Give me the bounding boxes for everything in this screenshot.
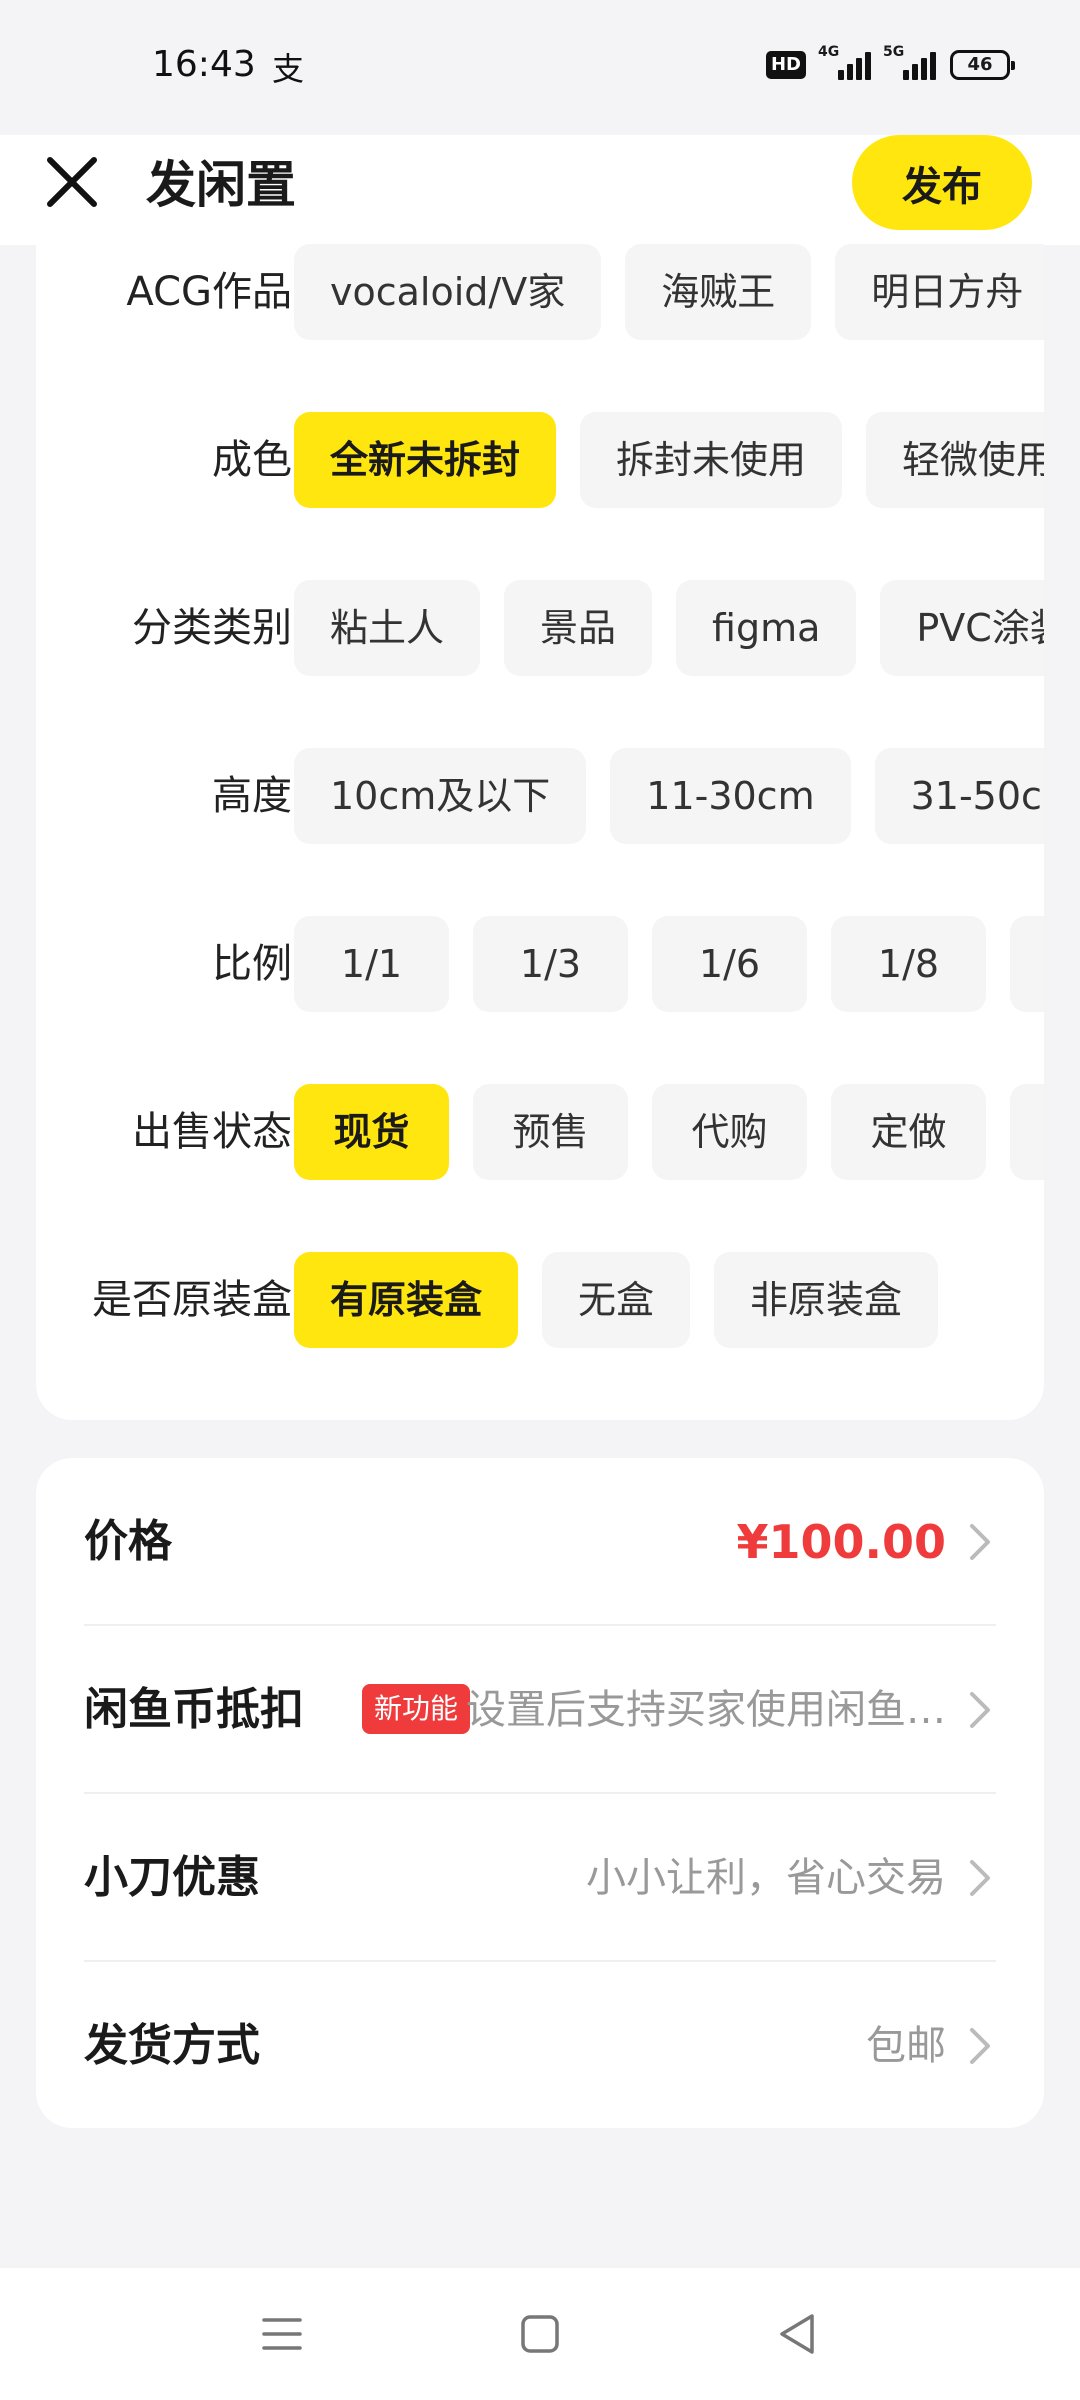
status-bar: 16:43 支 HD 4G 5G 46 [0,0,1080,135]
row-title: 小刀优惠 [84,1852,260,1903]
option-chip[interactable]: 1/6 [652,916,807,1012]
option-chip[interactable]: 预售 [473,1084,628,1180]
price-value: ¥100.00 [736,1515,946,1569]
option-chip[interactable]: 无盒 [542,1252,691,1348]
option-chip[interactable]: 11-30cm [610,748,851,844]
option-chip-selected[interactable]: 有原装盒 [294,1252,519,1348]
option-chip[interactable]: 10cm及以下 [294,748,587,844]
small-discount-row[interactable]: 小刀优惠 小小让利，省心交易 [84,1794,996,1962]
option-chip[interactable]: vocaloid/V家 [294,244,602,340]
chevron-right-icon [970,1524,990,1560]
option-chip[interactable]: 拆封未使用 [580,412,843,508]
option-chip[interactable]: 非原装盒 [714,1252,939,1348]
option-chip[interactable]: 景品 [504,580,653,676]
back-triangle-icon[interactable] [772,2308,824,2360]
attr-label: 出售状态 [132,1109,292,1155]
attr-label: 比例 [212,941,292,987]
status-icons: HD 4G 5G 46 [765,44,1015,80]
coin-deduction-row[interactable]: 闲鱼币抵扣 新功能 设置后支持买家使用闲鱼… [84,1626,996,1794]
header-bar: 发闲置 发布 [0,135,1080,245]
net1-label: 4G [818,44,840,60]
home-square-icon[interactable] [514,2308,566,2360]
option-chip[interactable]: figma [676,580,857,676]
option-chip[interactable]: 1/3 [473,916,628,1012]
close-icon[interactable] [42,152,102,212]
attr-label: ACG作品 [126,269,292,315]
attr-row-acg: ACG作品 vocaloid/V家 海贼王 明日方舟 [36,244,1044,340]
attributes-card: ACG作品 vocaloid/V家 海贼王 明日方舟 成色 全新未拆封 拆封未使… [36,240,1044,1420]
menu-icon[interactable] [256,2308,308,2360]
row-value: 小小让利，省心交易 [586,1855,946,1901]
shipping-method-row[interactable]: 发货方式 包邮 [84,1962,996,2130]
system-nav-bar [0,2268,1080,2400]
attr-row-scale: 比例 1/1 1/3 1/6 1/8 [36,916,1044,1012]
attr-row-height: 高度 10cm及以下 11-30cm 31-50cm [36,748,1044,844]
chevron-right-icon [970,1860,990,1896]
attr-label: 分类类别 [132,605,292,651]
new-feature-badge: 新功能 [362,1684,471,1734]
attr-row-sale-status: 出售状态 现货 预售 代购 定做 [36,1084,1044,1180]
option-chip[interactable]: 轻微使用 [866,412,1044,508]
battery-icon: 46 [950,50,1015,80]
row-value: 设置后支持买家使用闲鱼… [466,1687,946,1733]
row-title: 闲鱼币抵扣 [84,1684,304,1735]
option-chip[interactable]: 明日方舟 [835,244,1044,340]
attr-label: 成色 [212,437,292,483]
attr-label: 高度 [212,773,292,819]
attr-label: 是否原装盒 [92,1277,292,1323]
alipay-notification-icon: 支 [272,50,305,88]
option-chip[interactable]: 粘土人 [294,580,481,676]
attr-row-original-box: 是否原装盒 有原装盒 无盒 非原装盒 [36,1252,1044,1348]
option-chip[interactable]: 定做 [831,1084,986,1180]
page-title: 发闲置 [146,156,296,214]
attr-row-condition: 成色 全新未拆封 拆封未使用 轻微使用 [36,412,1044,508]
price-row[interactable]: 价格 ¥100.00 [84,1458,996,1626]
option-chip[interactable] [1010,1084,1044,1180]
hd-icon: HD [765,51,806,79]
option-chip[interactable]: 海贼王 [625,244,812,340]
row-title: 价格 [84,1516,172,1567]
chevron-right-icon [970,1692,990,1728]
option-chip[interactable]: PVC涂装 [880,580,1044,676]
publish-button[interactable]: 发布 [852,135,1032,230]
option-chip[interactable]: 1/8 [831,916,986,1012]
row-title: 发货方式 [84,2020,260,2071]
option-chip[interactable]: 代购 [652,1084,807,1180]
row-value: 包邮 [866,2023,946,2069]
signal-4g-icon: 4G [818,44,871,80]
option-chip-selected[interactable]: 全新未拆封 [294,412,557,508]
signal-5g-icon: 5G [883,44,936,80]
chevron-right-icon [970,2028,990,2064]
option-chip[interactable]: 31-50cm [874,748,1044,844]
option-chip[interactable]: 1/1 [294,916,449,1012]
trade-settings-card: 价格 ¥100.00 闲鱼币抵扣 新功能 设置后支持买家使用闲鱼… 小刀优惠 小… [36,1458,1044,2128]
status-time: 16:43 [152,44,256,85]
net2-label: 5G [883,44,905,60]
option-chip-selected[interactable]: 现货 [294,1084,449,1180]
option-chip[interactable] [1010,916,1044,1012]
attr-row-category: 分类类别 粘土人 景品 figma PVC涂装 [36,580,1044,676]
